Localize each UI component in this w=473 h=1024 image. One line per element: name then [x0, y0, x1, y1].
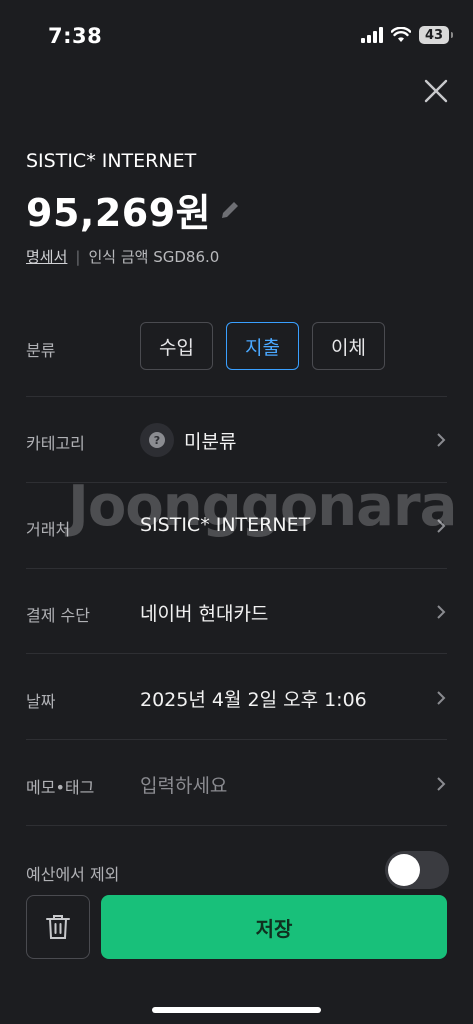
- type-label: 분류: [26, 341, 56, 360]
- save-button[interactable]: 저장: [101, 895, 447, 959]
- toggle-knob: [388, 854, 420, 886]
- status-icons: 43: [361, 26, 453, 44]
- wifi-icon: [391, 27, 411, 42]
- date-value[interactable]: 2025년 4월 2일 오후 1:06: [140, 685, 367, 712]
- budget-exclude-toggle[interactable]: [385, 851, 449, 889]
- signal-icon: [361, 27, 383, 43]
- payment-label: 결제 수단: [26, 606, 90, 625]
- status-time: 7:38: [48, 24, 103, 48]
- merchant-label: 거래처: [26, 520, 71, 539]
- trash-icon: [46, 915, 70, 939]
- type-income-button[interactable]: 수입: [140, 322, 213, 370]
- watermark: Joonggonara: [68, 474, 457, 539]
- battery-indicator: 43: [419, 26, 453, 44]
- amount-value: 95,269원: [26, 191, 212, 235]
- pencil-icon[interactable]: [219, 199, 241, 221]
- divider: [26, 825, 447, 826]
- amount-subinfo: 명세서 | 인식 금액 SGD86.0: [26, 246, 219, 267]
- close-icon[interactable]: [423, 78, 449, 104]
- category-value[interactable]: ? 미분류: [140, 423, 236, 457]
- divider: [26, 396, 447, 397]
- question-icon: ?: [140, 423, 174, 457]
- divider: [26, 568, 447, 569]
- amount-display[interactable]: 95,269원: [26, 182, 241, 237]
- battery-level: 43: [424, 27, 444, 43]
- chevron-right-icon[interactable]: [435, 690, 447, 706]
- budget-exclude-label: 예산에서 제외: [26, 865, 120, 884]
- divider: [26, 653, 447, 654]
- statement-link[interactable]: 명세서: [26, 246, 67, 267]
- chevron-right-icon[interactable]: [435, 604, 447, 620]
- divider: [26, 739, 447, 740]
- chevron-right-icon[interactable]: [435, 432, 447, 448]
- merchant-name: SISTIC* INTERNET: [26, 150, 197, 172]
- date-label: 날짜: [26, 692, 56, 711]
- delete-button[interactable]: [26, 895, 90, 959]
- payment-value[interactable]: 네이버 현대카드: [140, 599, 268, 626]
- type-expense-button[interactable]: 지출: [226, 322, 299, 370]
- separator: |: [75, 247, 81, 266]
- home-indicator: [152, 1007, 321, 1013]
- recognized-amount: 인식 금액 SGD86.0: [88, 248, 220, 266]
- category-text: 미분류: [184, 430, 237, 453]
- chevron-right-icon[interactable]: [435, 776, 447, 792]
- category-label: 카테고리: [26, 434, 85, 453]
- memo-label: 메모•태그: [26, 778, 95, 797]
- type-transfer-button[interactable]: 이체: [312, 322, 385, 370]
- memo-input[interactable]: 입력하세요: [140, 771, 227, 798]
